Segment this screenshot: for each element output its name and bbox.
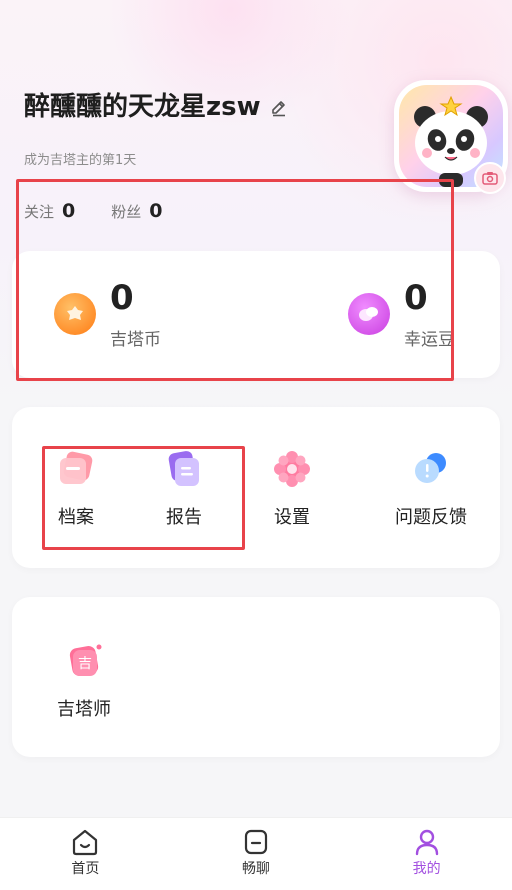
tab-label-chat: 畅聊 [242,861,270,877]
master-card: 吉 吉塔师 [12,597,500,757]
tab-label-profile: 我的 [412,861,441,877]
camera-icon[interactable] [474,162,506,194]
menu-label-settings: 设置 [274,507,310,528]
highlight-box-archive-report [42,446,245,550]
feedback-icon [411,449,451,489]
tab-home[interactable]: 首页 [0,818,171,890]
chat-icon [241,828,271,856]
menu-item-master[interactable]: 吉 吉塔师 [34,641,134,721]
settings-icon [272,449,312,489]
master-icon-char: 吉 [78,656,92,672]
profile-name-row: 醉醺醺的天龙星zsw [24,86,289,123]
edit-icon[interactable] [269,95,289,116]
profile-name: 醉醺醺的天龙星zsw [24,92,261,122]
profile-icon [412,828,442,856]
tab-label-home: 首页 [71,861,100,877]
home-icon [70,828,100,856]
tab-chat[interactable]: 畅聊 [171,818,342,890]
member-since-text: 成为吉塔主的第1天 [24,153,137,168]
highlight-box-stats [16,179,454,381]
menu-item-settings[interactable]: 设置 [242,449,342,529]
bottom-tab-bar: 首页 畅聊 我的 [0,817,512,890]
menu-item-feedback[interactable]: 问题反馈 [366,449,496,529]
menu-label-master: 吉塔师 [57,699,111,720]
tab-profile[interactable]: 我的 [341,818,512,890]
master-icon: 吉 [64,641,104,681]
menu-label-feedback: 问题反馈 [395,507,467,528]
